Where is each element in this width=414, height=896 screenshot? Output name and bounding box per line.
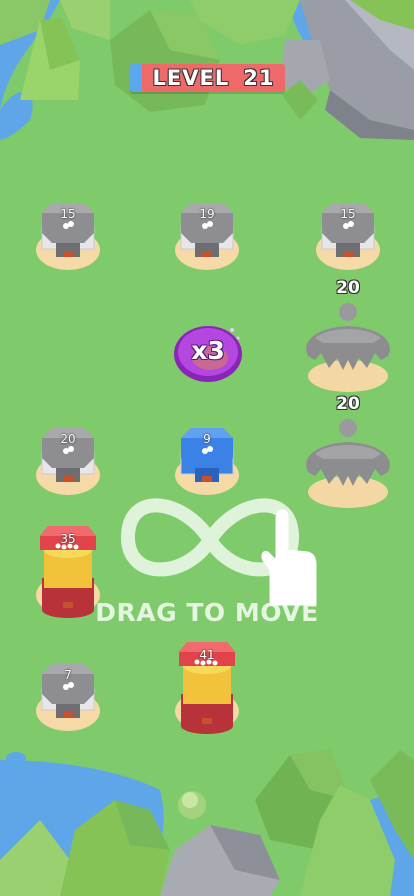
tower-2-neutral[interactable]: 19	[167, 195, 247, 275]
drag-to-move-instruction: DRAG TO MOVE	[95, 598, 319, 627]
golem-2-count: 20	[336, 394, 360, 414]
tower-2-count: 19	[199, 207, 215, 221]
tower-4-count: 20	[60, 432, 76, 446]
stone-golem-1[interactable]: 20	[293, 278, 403, 392]
stone-golem-2[interactable]: 20	[293, 394, 403, 508]
tower-8-enemy[interactable]: 41	[167, 636, 247, 736]
game-scene[interactable]: LEVEL 21 15 19 15 20 9 35 7 41 20 20 x3 …	[0, 0, 414, 896]
level-progress-bar	[130, 64, 143, 92]
level-banner: LEVEL 21	[130, 64, 285, 92]
level-label: LEVEL	[152, 66, 230, 90]
tower-5-count: 9	[203, 432, 211, 446]
multiplier-label: x3	[191, 336, 225, 365]
tower-1-count: 15	[60, 207, 76, 221]
tower-7-count: 7	[64, 668, 72, 682]
tower-8-count: 41	[199, 648, 215, 662]
level-number: 21	[243, 66, 275, 90]
tower-7-neutral[interactable]: 7	[28, 656, 108, 736]
tower-3-count: 15	[340, 207, 356, 221]
tower-1-neutral[interactable]: 15	[28, 195, 108, 275]
tower-3-neutral[interactable]: 15	[308, 195, 388, 275]
x3-multiplier-powerup[interactable]: x3	[170, 318, 246, 388]
golem-1-count: 20	[336, 278, 360, 298]
